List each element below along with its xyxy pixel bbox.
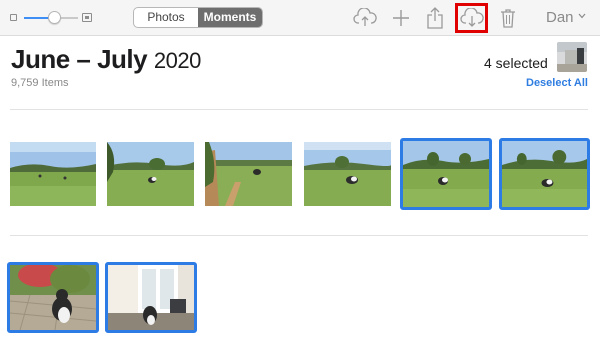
share-button[interactable] bbox=[422, 5, 448, 31]
share-icon bbox=[427, 7, 443, 29]
delete-button[interactable] bbox=[495, 5, 521, 31]
zoom-slider[interactable] bbox=[10, 11, 92, 25]
photo-thumbnail-selected[interactable] bbox=[105, 262, 197, 333]
icloud-download-button[interactable] bbox=[459, 5, 485, 31]
title-year: 2020 bbox=[153, 48, 201, 73]
photo-thumbnail-selected[interactable] bbox=[7, 262, 99, 333]
chevron-down-icon[interactable] bbox=[578, 13, 586, 19]
title-month: June – July bbox=[11, 44, 148, 74]
divider bbox=[10, 109, 588, 110]
photo-thumbnail[interactable] bbox=[205, 142, 292, 206]
toolbar: Photos Moments Dan bbox=[0, 0, 600, 36]
segment-photos[interactable]: Photos bbox=[134, 8, 198, 27]
add-button[interactable] bbox=[388, 5, 414, 31]
zoom-knob[interactable] bbox=[47, 11, 61, 24]
trash-icon bbox=[501, 9, 515, 28]
segment-moments[interactable]: Moments bbox=[198, 8, 262, 27]
selected-count: 4 selected bbox=[484, 55, 548, 71]
photo-thumbnail-selected[interactable] bbox=[400, 138, 492, 210]
divider bbox=[10, 235, 588, 236]
user-menu[interactable]: Dan bbox=[546, 9, 574, 26]
small-thumbnail-icon bbox=[10, 14, 17, 21]
photo-thumbnail[interactable] bbox=[304, 142, 391, 206]
upload-icon bbox=[353, 8, 377, 26]
photo-thumbnail[interactable] bbox=[107, 142, 194, 206]
deselect-all-button[interactable]: Deselect All bbox=[526, 77, 588, 89]
page-title: June – July 2020 bbox=[11, 44, 201, 75]
large-thumbnail-icon bbox=[82, 13, 92, 22]
view-segmented-control: Photos Moments bbox=[133, 7, 263, 28]
upload-button[interactable] bbox=[352, 5, 378, 31]
photo-thumbnail[interactable] bbox=[10, 142, 96, 206]
selection-thumbnail bbox=[557, 42, 587, 72]
add-icon bbox=[393, 10, 409, 26]
item-count: 9,759 Items bbox=[11, 77, 69, 89]
icloud-download-icon bbox=[460, 8, 484, 27]
photo-thumbnail-selected[interactable] bbox=[499, 138, 590, 210]
